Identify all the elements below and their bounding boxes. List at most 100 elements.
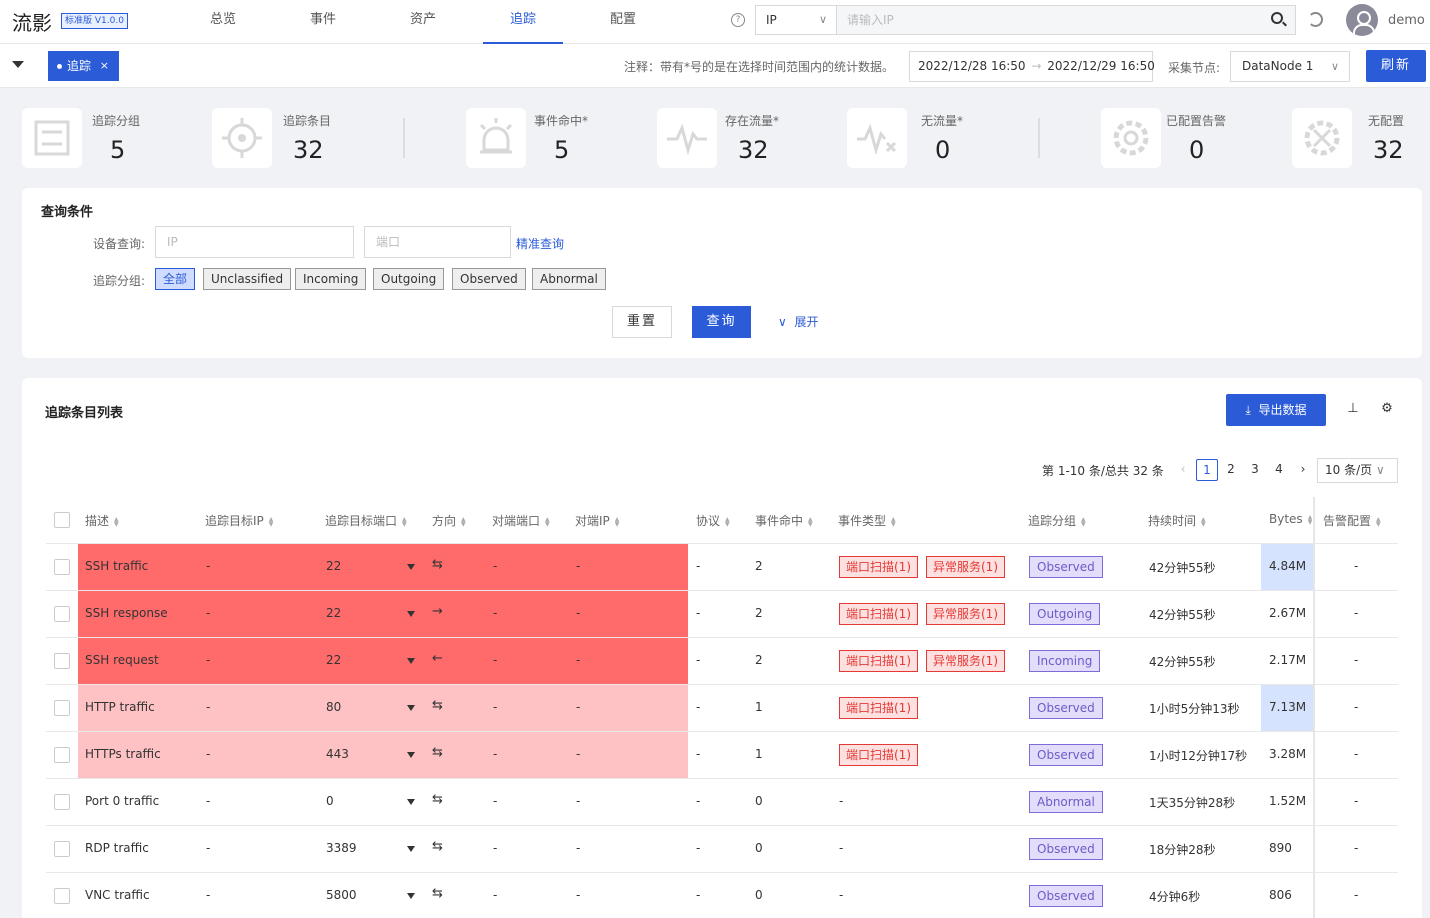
col-header-group[interactable]: 追踪分组 ▲ ▼ [1028,512,1089,529]
row-checkbox[interactable] [54,747,70,763]
close-icon[interactable]: × [100,51,109,81]
history-icon[interactable] [1308,12,1323,27]
table-row[interactable]: Port 0 traffic - 0 ⇆ - - - 0 - Abnormal 1天35分钟28秒 1… [46,779,1398,826]
row-checkbox[interactable] [54,606,70,622]
reset-button[interactable]: 重置 [612,306,672,338]
group-tag[interactable]: Incoming [1029,650,1101,672]
group-chip-all[interactable]: 全部 [155,268,196,290]
cell-target-ip: - [206,653,211,667]
query-button[interactable]: 查询 [692,306,751,338]
caret-down-icon[interactable] [407,893,415,899]
page-1[interactable]: 1 [1196,459,1218,481]
table-row[interactable]: SSH response - 22 → - - - 2 端口扫描(1) 异常服务(1) Outgoi… [46,591,1398,638]
col-header-peer-port[interactable]: 对端端口 ▲ ▼ [492,512,553,529]
ip-search-input[interactable]: 请输入IP [836,5,1296,35]
table-row[interactable]: HTTPs traffic - 443 ⇆ - - - 1 端口扫描(1) Observed 1小时… [46,732,1398,779]
nav-tracking[interactable]: 追踪 [483,0,563,44]
page-size-select[interactable]: 10 条/页 ∨ [1317,458,1398,483]
avatar[interactable] [1346,4,1378,36]
event-type-tag: 端口扫描(1) [839,556,918,578]
next-page-button[interactable]: › [1292,459,1314,481]
cell-event-type: - [839,841,844,855]
nav-config[interactable]: 配置 [583,0,663,44]
app-logo[interactable]: 流影 [12,7,52,36]
refresh-button[interactable]: 刷新 [1366,50,1426,82]
cell-desc: VNC traffic [85,888,150,902]
col-header-desc[interactable]: 描述 ▲ ▼ [85,512,122,529]
group-tag[interactable]: Observed [1029,838,1103,860]
col-header-bytes[interactable]: Bytes ▲ ▼ [1269,512,1316,526]
ip-filter-input[interactable]: IP [155,226,354,258]
query-panel-title: 查询条件 [41,205,94,220]
col-header-alarm[interactable]: 告警配置 ▲ ▼ [1323,512,1384,529]
table-row[interactable]: SSH request - 22 ← - - - 2 端口扫描(1) 异常服务(1) Incomin… [46,638,1398,685]
caret-down-icon[interactable] [407,658,415,664]
col-header-direction[interactable]: 方向 ▲ ▼ [432,512,469,529]
table-row[interactable]: RDP traffic - 3389 ⇆ - - - 0 - Observed 18分钟28秒 890… [46,826,1398,873]
col-header-event-hits[interactable]: 事件命中 ▲ ▼ [755,512,816,529]
search-icon[interactable] [1271,12,1283,24]
caret-down-icon[interactable] [407,846,415,852]
cell-peer-port: - [493,747,498,761]
node-select[interactable]: DataNode 1 ∨ [1230,51,1350,82]
stat-label: 存在流量* [725,114,780,128]
col-header-peer-ip[interactable]: 对端IP ▲ ▼ [575,512,623,529]
group-chip-abnormal[interactable]: Abnormal [532,268,606,290]
caret-down-icon[interactable] [407,799,415,805]
nav-events[interactable]: 事件 [283,0,363,44]
col-header-protocol[interactable]: 协议 ▲ ▼ [696,512,733,529]
search-type-select[interactable]: IP ∨ [755,5,837,35]
column-height-icon[interactable]: ⊥ [1346,402,1360,416]
group-tag[interactable]: Abnormal [1029,791,1103,813]
username[interactable]: demo [1388,13,1425,28]
col-header-duration[interactable]: 持续时间 ▲ ▼ [1148,512,1209,529]
caret-down-icon[interactable] [407,564,415,570]
caret-down-icon[interactable] [407,611,415,617]
caret-down-icon[interactable] [12,61,24,68]
row-checkbox[interactable] [54,841,70,857]
row-checkbox[interactable] [54,700,70,716]
nav-overview[interactable]: 总览 [183,0,263,44]
help-icon[interactable]: ? [731,13,745,27]
cell-bytes: 1.52M [1269,794,1307,808]
list-panel-title: 追踪条目列表 [45,406,124,421]
page-2[interactable]: 2 [1220,459,1242,481]
group-tag[interactable]: Observed [1029,556,1103,578]
date-range-picker[interactable]: 2022/12/28 16:50 → 2022/12/29 16:50 [909,51,1155,82]
page-4[interactable]: 4 [1268,459,1290,481]
select-all-checkbox[interactable] [54,512,70,528]
page-3[interactable]: 3 [1244,459,1266,481]
cell-target-port: 80 [326,700,342,714]
group-tag[interactable]: Observed [1029,744,1103,766]
group-tag[interactable]: Outgoing [1029,603,1101,625]
table-row[interactable]: HTTP traffic - 80 ⇆ - - - 1 端口扫描(1) Observed 1小时5分… [46,685,1398,732]
col-header-target-ip[interactable]: 追踪目标IP ▲ ▼ [205,512,277,529]
group-chip-observed[interactable]: Observed [452,268,526,290]
group-tag[interactable]: Observed [1029,885,1103,907]
group-chip-incoming[interactable]: Incoming [295,268,367,290]
group-tag[interactable]: Observed [1029,697,1103,719]
row-checkbox[interactable] [54,559,70,575]
prev-page-button[interactable]: ‹ [1172,459,1194,481]
row-checkbox[interactable] [54,794,70,810]
expand-link[interactable]: ∨ 展开 [778,313,818,330]
nav-assets[interactable]: 资产 [383,0,463,44]
col-header-target-port[interactable]: 追踪目标端口 ▲ ▼ [325,512,410,529]
group-chip-unclassified[interactable]: Unclassified [203,268,292,290]
port-filter-input[interactable]: 端口 [364,226,511,258]
row-checkbox[interactable] [54,888,70,904]
export-button[interactable]: ⤓ 导出数据 [1226,394,1326,426]
table-row[interactable]: VNC traffic - 5800 ⇆ - - - 0 - Observed 4分钟6秒 806 - [46,873,1398,918]
row-checkbox[interactable] [54,653,70,669]
cell-duration: 4分钟6秒 [1149,890,1201,904]
table-row[interactable]: SSH traffic - 22 ⇆ - - - 2 端口扫描(1) 异常服务(1) Observe… [46,544,1398,591]
caret-down-icon[interactable] [407,752,415,758]
tab-tracking[interactable]: 追踪 × [48,51,119,81]
settings-icon[interactable]: ⚙ [1380,402,1394,416]
caret-down-icon[interactable] [407,705,415,711]
cell-peer-ip: - [576,653,581,667]
cell-desc: Port 0 traffic [85,794,160,808]
col-header-event-type[interactable]: 事件类型 ▲ ▼ [838,512,899,529]
exact-query-link[interactable]: 精准查询 [516,235,564,252]
group-chip-outgoing[interactable]: Outgoing [373,268,445,290]
